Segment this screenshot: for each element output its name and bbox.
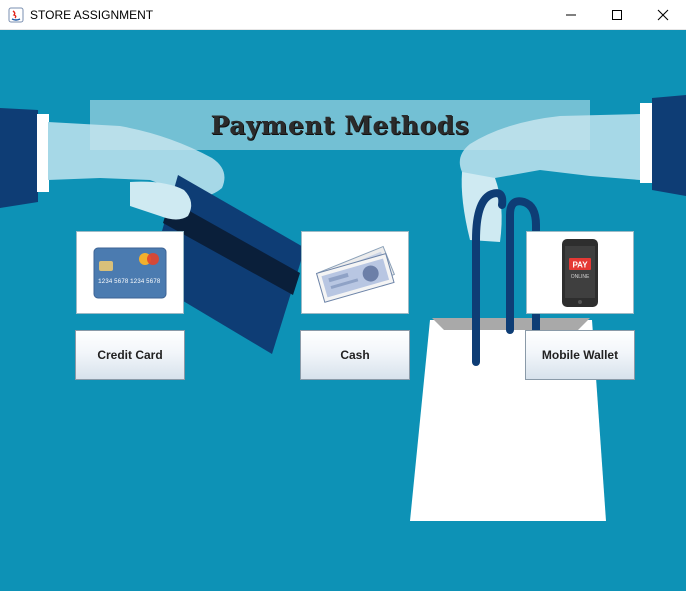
java-app-icon [8,7,24,22]
phone-pay-text: PAY [572,260,588,269]
mobile-wallet-image-tile[interactable]: PAY ONLINE [526,231,634,314]
credit-card-button[interactable]: Credit Card [75,330,185,380]
banknotes-icon [315,245,396,303]
left-cuff [37,114,49,192]
phone-online-text: ONLINE [571,274,590,280]
page-title: Payment Methods [210,110,470,140]
heading-banner: Payment Methods [90,100,590,150]
maximize-icon [612,10,622,20]
maximize-button[interactable] [594,0,640,30]
card-number-4: 5678 [146,278,161,285]
payment-panel: Payment Methods 1234 5678 1234 5678 PAY … [0,30,686,591]
phone-pay-icon: PAY ONLINE [562,238,598,307]
close-button[interactable] [640,0,686,30]
minimize-icon [566,14,576,16]
credit-card-icon: 1234 5678 1234 5678 [93,247,167,298]
minimize-button[interactable] [548,0,594,30]
cash-button[interactable]: Cash [300,330,410,380]
card-number-2: 5678 [114,278,129,285]
window-title: STORE ASSIGNMENT [30,7,154,22]
title-bar: STORE ASSIGNMENT [0,0,686,30]
close-icon [657,9,669,21]
card-number-1: 1234 [98,278,113,285]
right-sleeve [652,95,686,196]
cash-image-tile[interactable] [301,231,409,314]
mobile-wallet-button[interactable]: Mobile Wallet [525,330,635,380]
right-cuff [640,103,652,183]
left-sleeve [0,108,38,208]
card-number-3: 1234 [130,278,145,285]
credit-card-image-tile[interactable]: 1234 5678 1234 5678 [76,231,184,314]
